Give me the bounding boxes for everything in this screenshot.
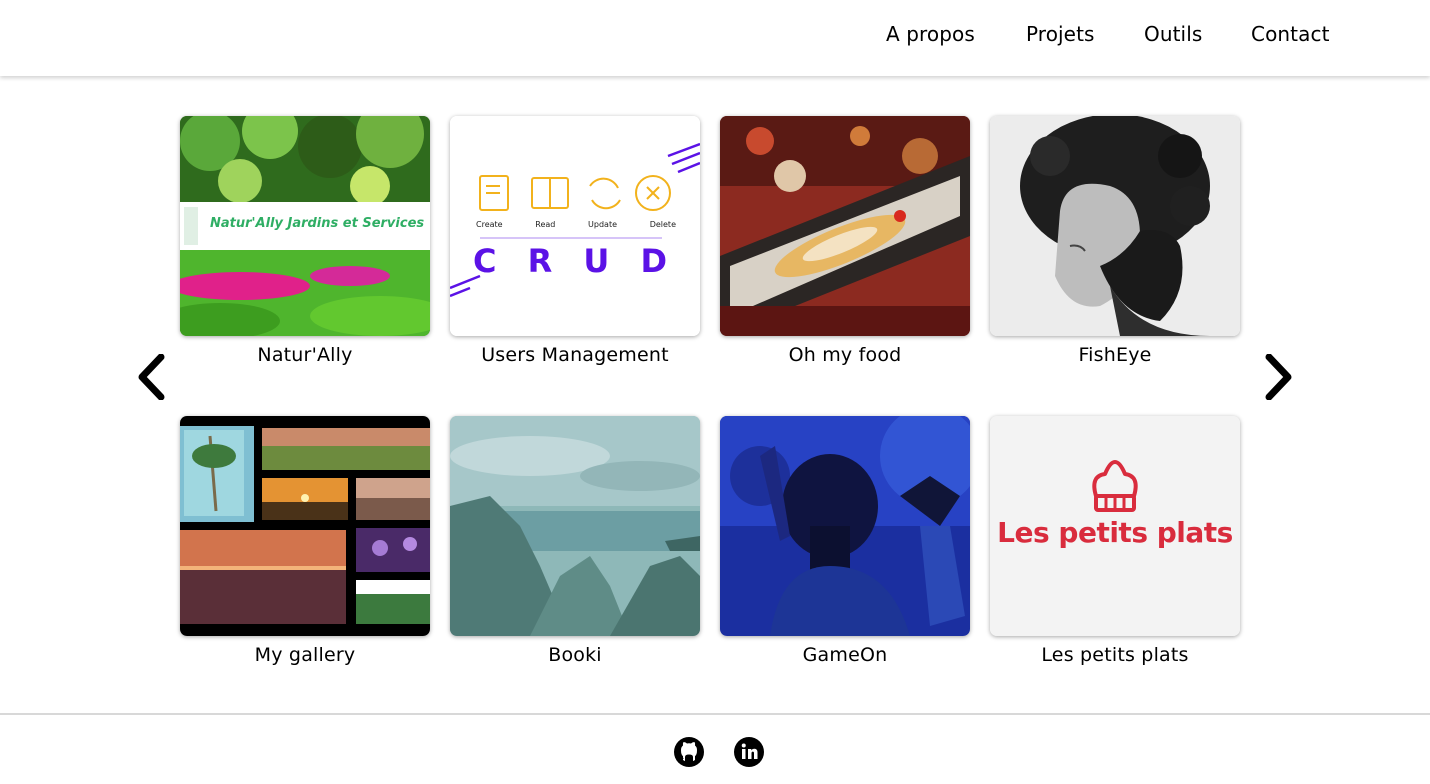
project-title: Oh my food — [788, 344, 902, 366]
project-image-oh-my-food — [720, 116, 970, 336]
petits-plats-logo-text: Les petits plats — [997, 516, 1233, 549]
project-title: Natur'Ally — [257, 344, 353, 366]
nav-link-a-propos[interactable]: A propos — [886, 22, 975, 46]
crud-update-label: Update — [588, 220, 618, 229]
crud-action-labels: Create Read Update Delete — [476, 220, 676, 229]
project-card-gameon[interactable]: GameOn — [720, 416, 970, 666]
carousel-prev-button[interactable] — [134, 354, 168, 400]
project-title: Booki — [548, 644, 602, 666]
project-image-my-gallery — [180, 416, 430, 636]
crud-delete-label: Delete — [649, 220, 676, 229]
carousel-next-button[interactable] — [1262, 354, 1296, 400]
project-card-naturally[interactable]: Natur'Ally Jardins et Services Natur'All… — [180, 116, 430, 366]
project-title: GameOn — [802, 644, 888, 666]
chevron-right-icon — [1265, 354, 1292, 400]
crud-read-label: Read — [535, 220, 556, 229]
linkedin-link[interactable] — [733, 736, 765, 768]
naturally-banner-text: Natur'Ally Jardins et Services — [210, 216, 425, 231]
site-footer — [0, 713, 1430, 784]
project-card-les-petits-plats[interactable]: Les petits plats Les petits plats — [990, 416, 1240, 666]
project-image-booki — [450, 416, 700, 636]
crud-big-text: C R U D — [472, 242, 678, 280]
project-image-naturally: Natur'Ally Jardins et Services — [180, 116, 430, 336]
site-header: A propos Projets Outils Contact — [0, 0, 1430, 76]
project-title: FishEye — [1078, 344, 1152, 366]
project-card-oh-my-food[interactable]: Oh my food — [720, 116, 970, 366]
project-card-booki[interactable]: Booki — [450, 416, 700, 666]
github-icon — [674, 737, 704, 767]
nav-link-contact[interactable]: Contact — [1251, 22, 1330, 46]
linkedin-icon — [734, 737, 764, 767]
nav-link-outils[interactable]: Outils — [1144, 22, 1202, 46]
nav-link-projets[interactable]: Projets — [1026, 22, 1095, 46]
project-card-fisheye[interactable]: FishEye — [990, 116, 1240, 366]
project-title: My gallery — [254, 644, 356, 666]
chevron-left-icon — [138, 354, 165, 400]
project-image-crud: Create Read Update Delete C R U D — [450, 116, 700, 336]
project-card-my-gallery[interactable]: My gallery — [180, 416, 430, 666]
project-image-gameon — [720, 416, 970, 636]
crud-create-label: Create — [476, 220, 503, 229]
project-title: Les petits plats — [1041, 644, 1189, 666]
project-card-users-management[interactable]: Create Read Update Delete C R U D Users … — [450, 116, 700, 366]
project-title: Users Management — [481, 344, 669, 366]
project-image-les-petits-plats: Les petits plats — [990, 416, 1240, 636]
project-image-fisheye — [990, 116, 1240, 336]
github-link[interactable] — [673, 736, 705, 768]
